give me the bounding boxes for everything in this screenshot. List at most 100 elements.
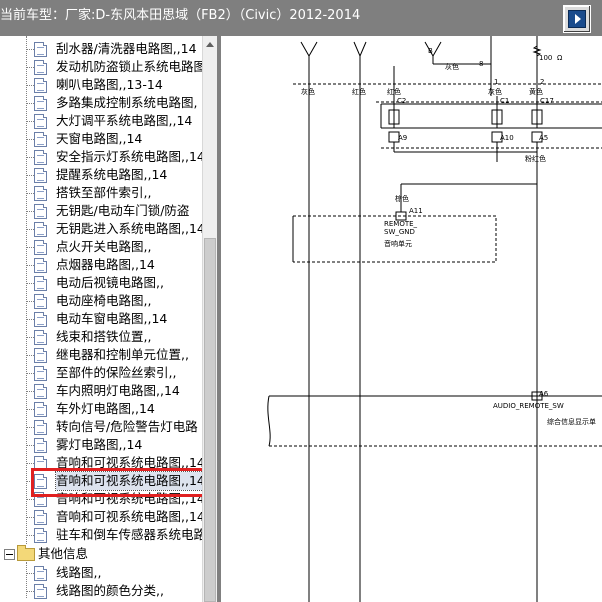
tree-scrollbar[interactable] <box>202 36 217 602</box>
pin-a5-label: A5 <box>539 134 548 142</box>
document-icon <box>34 348 47 363</box>
pin-8-label: 8 <box>479 60 483 68</box>
next-button[interactable] <box>563 5 591 33</box>
tree-connector-line <box>26 573 34 574</box>
tree-item[interactable]: 发动机防盗锁止系统电路图 <box>34 58 202 76</box>
tree-connector-line <box>26 445 34 446</box>
document-icon <box>34 60 47 75</box>
tree-connector-line <box>26 36 27 544</box>
tree-item[interactable]: 电动后视镜电路图,, <box>34 274 202 292</box>
tree-item[interactable]: 刮水器/清洗器电路图,,14 <box>34 40 202 58</box>
tree-item[interactable]: 天窗电路图,,14 <box>34 130 202 148</box>
tree-connector-line <box>26 229 34 230</box>
tree-item[interactable]: 驻车和倒车传感器系统电路 <box>34 526 202 544</box>
tree-item[interactable]: 线束和搭铁位置,, <box>34 328 202 346</box>
tree-connector-line <box>26 85 34 86</box>
document-icon <box>34 384 47 399</box>
document-icon <box>34 438 47 453</box>
tree-item[interactable]: 车内照明灯电路图,,14 <box>34 382 202 400</box>
wire-color-yellow: 黄色 <box>529 87 543 96</box>
document-icon <box>34 204 47 219</box>
tree-item[interactable]: 电动车窗电路图,,14 <box>34 310 202 328</box>
tree-folder-other-info[interactable]: 其他信息 <box>0 544 200 564</box>
tree-connector-line <box>26 193 34 194</box>
tree-item-label: 电动车窗电路图,,14 <box>56 311 168 326</box>
document-icon <box>34 240 47 255</box>
tree-item[interactable]: 雾灯电路图,,14 <box>34 436 202 454</box>
pin-c17-label: C17 <box>540 97 554 105</box>
pin-c2-label: C2 <box>397 97 406 105</box>
tree-item-label: 电动后视镜电路图,, <box>56 275 164 290</box>
tree-item[interactable]: 点烟器电路图,,14 <box>34 256 202 274</box>
document-icon <box>34 366 47 381</box>
tree-item-label: 点火开关电路图,, <box>56 239 152 254</box>
tree-connector-line <box>26 301 34 302</box>
wire-color-gray-1: 灰色 <box>301 87 315 96</box>
tree-connector-line <box>26 247 34 248</box>
tree-connector-line <box>26 319 34 320</box>
tree-item[interactable]: 点火开关电路图,, <box>34 238 202 256</box>
tree-item[interactable]: 电动座椅电路图,, <box>34 292 202 310</box>
tree-item[interactable]: 音响和可视系统电路图,,14 <box>34 508 202 526</box>
play-arrow-icon <box>568 10 586 28</box>
document-icon <box>34 510 47 525</box>
tree-connector-line <box>26 157 34 158</box>
tree-item[interactable]: 继电器和控制单元位置,, <box>34 346 202 364</box>
tree-item-label: 搭铁至部件索引,, <box>56 185 152 200</box>
scroll-up-arrow-icon[interactable] <box>203 36 217 52</box>
tree-item[interactable]: 搭铁至部件索引,, <box>34 184 202 202</box>
document-icon <box>34 168 47 183</box>
wire-color-gray: 灰色 <box>445 62 459 71</box>
scroll-thumb[interactable] <box>204 238 216 602</box>
document-icon <box>34 584 47 599</box>
tree-sub-item[interactable]: 线路图,, <box>34 564 202 582</box>
tree-item[interactable]: 车外灯电路图,,14 <box>34 400 202 418</box>
document-icon <box>34 276 47 291</box>
folder-icon <box>17 545 35 561</box>
tree-connector-line <box>26 562 27 598</box>
pin-c1-label: C1 <box>500 97 509 105</box>
window-title: 当前车型：厂家:D-东风本田思域（FB2）（Civic）2012-2014 <box>0 8 361 23</box>
document-icon <box>34 78 47 93</box>
tree-connector-line <box>26 103 34 104</box>
tree-connector-line <box>26 337 34 338</box>
pin-a11-label: A11 <box>409 207 423 215</box>
tree-connector-line <box>26 121 34 122</box>
tree-item-label: 喇叭电路图,,13-14 <box>56 77 163 92</box>
tree-item[interactable]: 至部件的保险丝索引,, <box>34 364 202 382</box>
tree-item[interactable]: 安全指示灯系统电路图,,14 <box>34 148 202 166</box>
tree-item[interactable]: 无钥匙进入系统电路图,,14 <box>34 220 202 238</box>
tree-connector-line <box>26 463 34 464</box>
document-icon <box>34 294 47 309</box>
tree-item[interactable]: 喇叭电路图,,13-14 <box>34 76 202 94</box>
collapse-icon[interactable] <box>4 549 15 560</box>
remote-label-1: REMOTE_ <box>384 220 418 228</box>
document-icon <box>34 420 47 435</box>
remote-label-2: SW_GND <box>384 228 415 236</box>
document-icon <box>34 528 47 543</box>
tree-item[interactable]: 多路集成控制系统电路图, <box>34 94 202 112</box>
tree-item-label: 无钥匙进入系统电路图,,14 <box>56 221 202 236</box>
tree-item-label: 刮水器/清洗器电路图,,14 <box>56 41 197 56</box>
document-icon <box>34 222 47 237</box>
tree-item-label: 线路图,, <box>56 565 102 580</box>
pin-a6-label: A6 <box>539 390 549 398</box>
folder-label: 其他信息 <box>38 546 89 561</box>
document-icon <box>34 42 47 57</box>
tree-item-label: 提醒系统电路图,,14 <box>56 167 168 182</box>
document-icon <box>34 566 47 581</box>
tree-item[interactable]: 提醒系统电路图,,14 <box>34 166 202 184</box>
pin-2-label: 2 <box>540 78 544 86</box>
tree-item-label: 车外灯电路图,,14 <box>56 401 155 416</box>
tree-item-label: 继电器和控制单元位置,, <box>56 347 189 362</box>
tree-item-label: 大灯调平系统电路图,,14 <box>56 113 193 128</box>
tree-sub-item[interactable]: 线路图的颜色分类,, <box>34 582 202 600</box>
tree-item[interactable]: 转向信号/危险警告灯电路 <box>34 418 202 436</box>
audio-unit-label: 音响单元 <box>384 239 412 248</box>
title-bar: 当前车型：厂家:D-东风本田思域（FB2）（Civic）2012-2014 <box>0 0 602 36</box>
tree-item[interactable]: 大灯调平系统电路图,,14 <box>34 112 202 130</box>
tree-item-label: 线路图的颜色分类,, <box>56 583 164 598</box>
document-icon <box>34 114 47 129</box>
info-display-label: 综合信息显示单 <box>547 417 596 426</box>
tree-item[interactable]: 无钥匙/电动车门锁/防盗 <box>34 202 202 220</box>
